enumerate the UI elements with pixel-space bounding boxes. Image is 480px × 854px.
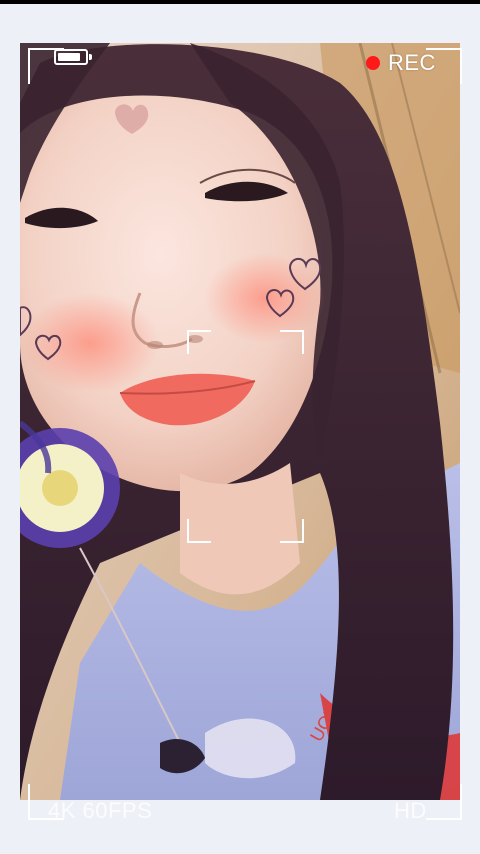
focus-bracket-bottom-left <box>187 519 211 543</box>
recording-indicator: REC <box>366 50 436 76</box>
camera-viewfinder: UOY REC 4K 60FPS HD <box>0 0 480 854</box>
quality-label: HD <box>394 798 427 823</box>
rec-label: REC <box>388 50 436 75</box>
battery-level-fill <box>58 53 81 61</box>
focus-bracket-top-left <box>187 330 211 354</box>
battery-icon <box>54 49 92 65</box>
focus-bracket-top-right <box>280 330 304 354</box>
camera-preview-image: UOY <box>20 43 460 800</box>
record-dot-icon <box>366 56 380 70</box>
frame-corner-bottom-right <box>426 784 462 820</box>
format-label: 4K 60FPS <box>48 798 153 823</box>
focus-bracket-bottom-right <box>280 519 304 543</box>
status-strip <box>0 0 480 4</box>
